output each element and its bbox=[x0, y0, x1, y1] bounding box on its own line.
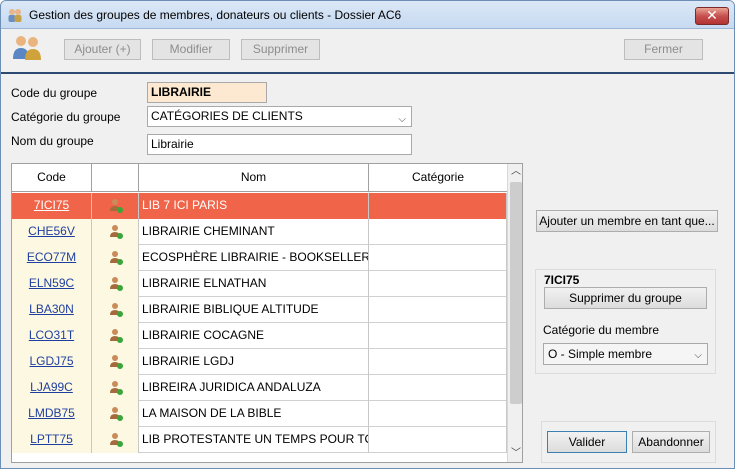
table-row[interactable]: LJA99C LIBREIRA JURIDICA ANDALUZA bbox=[12, 375, 507, 401]
table-row[interactable]: LBA30N LIBRAIRIE BIBLIQUE ALTITUDE bbox=[12, 297, 507, 323]
selected-member-panel: 7ICI75 Supprimer du groupe Catégorie du … bbox=[535, 269, 716, 374]
row-name: LIBRAIRIE COCAGNE bbox=[139, 323, 369, 349]
group-name-field[interactable]: Librairie bbox=[147, 134, 412, 155]
column-category-header[interactable]: Catégorie bbox=[369, 164, 507, 192]
row-code[interactable]: ELN59C bbox=[12, 271, 92, 297]
group-category-value: CATÉGORIES DE CLIENTS bbox=[151, 109, 303, 123]
table-row[interactable]: LCO31T LIBRAIRIE COCAGNE bbox=[12, 323, 507, 349]
chevron-down-icon: ⌵ bbox=[398, 114, 406, 125]
member-category-select[interactable]: O - Simple membre ⌵ bbox=[543, 343, 708, 365]
scroll-thumb[interactable] bbox=[510, 182, 522, 404]
members-icon bbox=[13, 36, 41, 60]
table-row[interactable]: 7ICI75 LIB 7 ICI PARIS bbox=[12, 193, 507, 219]
scroll-up-icon[interactable]: ︿ bbox=[508, 164, 522, 180]
table-row[interactable]: ELN59C LIBRAIRIE ELNATHAN bbox=[12, 271, 507, 297]
row-icon-cell bbox=[92, 323, 139, 349]
window-title: Gestion des groupes de membres, donateur… bbox=[29, 8, 402, 22]
member-icon bbox=[110, 199, 123, 213]
row-name: LIBREIRA JURIDICA ANDALUZA bbox=[139, 375, 369, 401]
row-icon-cell bbox=[92, 297, 139, 323]
table-row[interactable]: LPTT75 LIB PROTESTANTE UN TEMPS POUR TOUS bbox=[12, 427, 507, 453]
delete-button[interactable]: Supprimer bbox=[241, 39, 320, 60]
row-code[interactable]: ECO77M bbox=[12, 245, 92, 271]
close-button[interactable]: Fermer bbox=[624, 39, 703, 60]
member-icon bbox=[110, 225, 123, 239]
add-member-as-button[interactable]: Ajouter un membre en tant que... bbox=[536, 210, 718, 232]
table-row[interactable]: CHE56V LIBRAIRIE CHEMINANT bbox=[12, 219, 507, 245]
row-name: LIB 7 ICI PARIS bbox=[139, 193, 369, 219]
member-icon bbox=[110, 407, 123, 421]
row-name: LIBRAIRIE ELNATHAN bbox=[139, 271, 369, 297]
row-name: ECOSPHÈRE LIBRAIRIE - BOOKSELLER bbox=[139, 245, 369, 271]
column-name-header[interactable]: Nom bbox=[139, 164, 369, 192]
group-name-label: Nom du groupe bbox=[11, 134, 94, 148]
add-button[interactable]: Ajouter (+) bbox=[64, 39, 141, 60]
row-category bbox=[369, 193, 507, 219]
remove-from-group-button[interactable]: Supprimer du groupe bbox=[544, 287, 707, 309]
edit-button[interactable]: Modifier bbox=[152, 39, 230, 60]
member-icon bbox=[110, 355, 123, 369]
row-icon-cell bbox=[92, 375, 139, 401]
row-code[interactable]: 7ICI75 bbox=[12, 193, 92, 219]
row-name: LIBRAIRIE BIBLIQUE ALTITUDE bbox=[139, 297, 369, 323]
member-icon bbox=[110, 433, 123, 447]
group-code-field[interactable]: LIBRAIRIE bbox=[147, 82, 267, 103]
row-category bbox=[369, 375, 507, 401]
grid-scrollbar[interactable]: ︿ ﹀ bbox=[507, 164, 522, 462]
member-icon bbox=[110, 381, 123, 395]
row-icon-cell bbox=[92, 427, 139, 453]
row-icon-cell bbox=[92, 245, 139, 271]
row-icon-cell bbox=[92, 401, 139, 427]
row-name: LA MAISON DE LA BIBLE bbox=[139, 401, 369, 427]
table-row[interactable]: ECO77M ECOSPHÈRE LIBRAIRIE - BOOKSELLER bbox=[12, 245, 507, 271]
grid-header: Code Nom Catégorie bbox=[12, 164, 507, 192]
row-category bbox=[369, 323, 507, 349]
member-icon bbox=[110, 251, 123, 265]
member-icon bbox=[110, 329, 123, 343]
row-category bbox=[369, 401, 507, 427]
row-code[interactable]: LGDJ75 bbox=[12, 349, 92, 375]
row-category bbox=[369, 245, 507, 271]
title-bar: Gestion des groupes de membres, donateur… bbox=[1, 1, 734, 29]
row-icon-cell bbox=[92, 193, 139, 219]
table-row[interactable]: LMDB75 LA MAISON DE LA BIBLE bbox=[12, 401, 507, 427]
row-icon-cell bbox=[92, 219, 139, 245]
row-category bbox=[369, 427, 507, 453]
column-code-header[interactable]: Code bbox=[12, 164, 92, 192]
group-category-label: Catégorie du groupe bbox=[11, 110, 121, 124]
row-code[interactable]: LJA99C bbox=[12, 375, 92, 401]
row-code[interactable]: CHE56V bbox=[12, 219, 92, 245]
row-category bbox=[369, 219, 507, 245]
table-row[interactable]: LGDJ75 LIBRAIRIE LGDJ bbox=[12, 349, 507, 375]
row-code[interactable]: LPTT75 bbox=[12, 427, 92, 453]
row-name: LIBRAIRIE CHEMINANT bbox=[139, 219, 369, 245]
row-code[interactable]: LBA30N bbox=[12, 297, 92, 323]
group-management-window: Gestion des groupes de membres, donateur… bbox=[0, 0, 735, 469]
row-category bbox=[369, 349, 507, 375]
row-code[interactable]: LCO31T bbox=[12, 323, 92, 349]
member-category-label: Catégorie du membre bbox=[543, 323, 660, 337]
row-icon-cell bbox=[92, 349, 139, 375]
group-code-label: Code du groupe bbox=[11, 86, 98, 100]
cancel-button[interactable]: Abandonner bbox=[632, 431, 710, 453]
row-name: LIB PROTESTANTE UN TEMPS POUR TOUS bbox=[139, 427, 369, 453]
members-grid: Code Nom Catégorie 7ICI75 LIB 7 ICI PARIS… bbox=[11, 163, 523, 463]
member-icon bbox=[110, 303, 123, 317]
row-icon-cell bbox=[92, 271, 139, 297]
row-category bbox=[369, 271, 507, 297]
scroll-down-icon[interactable]: ﹀ bbox=[508, 446, 522, 462]
selected-member-code: 7ICI75 bbox=[544, 273, 580, 287]
close-window-button[interactable]: ✕ bbox=[695, 7, 729, 25]
users-icon bbox=[8, 9, 22, 22]
validate-button[interactable]: Valider bbox=[547, 431, 627, 453]
chevron-down-icon: ⌵ bbox=[694, 350, 702, 361]
row-code[interactable]: LMDB75 bbox=[12, 401, 92, 427]
column-icon-header[interactable] bbox=[92, 164, 139, 192]
member-icon bbox=[110, 277, 123, 291]
toolbar: Ajouter (+) Modifier Supprimer Fermer bbox=[1, 30, 734, 74]
row-name: LIBRAIRIE LGDJ bbox=[139, 349, 369, 375]
member-category-value: O - Simple membre bbox=[548, 347, 653, 361]
row-category bbox=[369, 297, 507, 323]
group-category-select[interactable]: CATÉGORIES DE CLIENTS ⌵ bbox=[147, 106, 412, 127]
